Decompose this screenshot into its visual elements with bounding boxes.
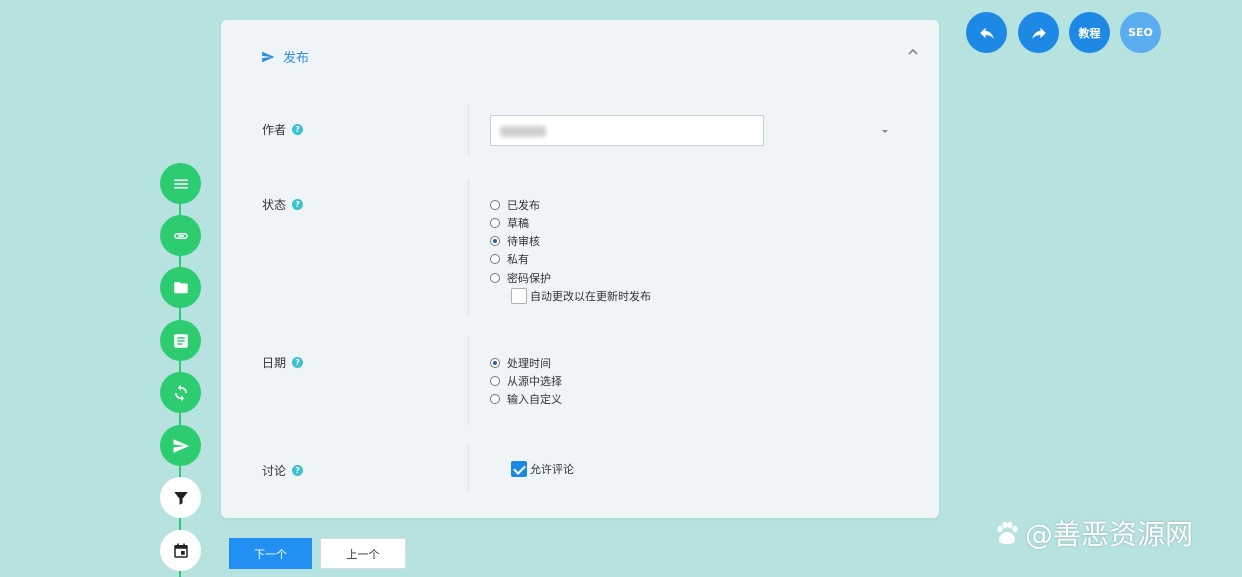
redo-button[interactable] xyxy=(1018,12,1059,53)
send-icon xyxy=(262,51,275,62)
divider xyxy=(468,178,469,316)
next-button[interactable]: 下一个 xyxy=(229,538,312,569)
watermark: @善恶资源网 xyxy=(993,513,1193,553)
folder-icon xyxy=(173,281,188,293)
status-row-label: 状态 ? xyxy=(262,196,304,213)
undo-button[interactable] xyxy=(966,12,1007,53)
author-select[interactable] xyxy=(490,115,764,146)
redo-icon xyxy=(1031,27,1046,39)
sync-icon xyxy=(174,384,187,401)
option-label: 已发布 xyxy=(507,199,540,212)
calendar-icon xyxy=(173,543,188,558)
status-label: 状态 xyxy=(262,198,287,212)
paw-logo-icon xyxy=(997,521,1018,544)
author-label: 作者 xyxy=(262,123,287,137)
publish-panel: 发布 作者 ? 状态 ? 已发布 草稿 待审核 私有 密码保护 自动更改以在更新… xyxy=(221,20,939,518)
radio-button[interactable] xyxy=(490,376,500,386)
status-option-draft[interactable]: 草稿 xyxy=(490,215,529,231)
help-icon[interactable]: ? xyxy=(292,357,304,368)
author-value-blurred xyxy=(500,126,546,137)
tutorial-button[interactable]: 教程 xyxy=(1069,12,1110,53)
radio-button[interactable] xyxy=(490,273,500,283)
step-calendar[interactable] xyxy=(160,530,201,571)
option-label: 从源中选择 xyxy=(507,375,562,388)
option-label: 私有 xyxy=(507,253,529,266)
discussion-label: 讨论 xyxy=(262,464,287,478)
option-label: 输入自定义 xyxy=(507,393,562,406)
previous-label: 上一个 xyxy=(346,547,380,561)
date-option-process-time[interactable]: 处理时间 xyxy=(490,355,551,371)
next-label: 下一个 xyxy=(254,547,287,561)
step-article[interactable] xyxy=(160,320,201,361)
auto-change-on-update-checkbox[interactable]: 自动更改以在更新时发布 xyxy=(511,288,651,304)
radio-button[interactable] xyxy=(490,394,500,404)
chevron-up-icon xyxy=(908,48,918,55)
seo-label: SEO xyxy=(1128,26,1153,39)
collapse-button[interactable] xyxy=(905,44,921,60)
tutorial-label: 教程 xyxy=(1078,26,1101,40)
step-sync[interactable] xyxy=(160,372,201,413)
radio-button[interactable] xyxy=(490,218,500,228)
date-label: 日期 xyxy=(262,356,287,370)
previous-button[interactable]: 上一个 xyxy=(320,538,406,569)
help-icon[interactable]: ? xyxy=(292,199,304,210)
option-label: 处理时间 xyxy=(507,357,551,370)
panel-title: 发布 xyxy=(283,51,310,66)
divider xyxy=(468,104,469,157)
checkbox-label: 自动更改以在更新时发布 xyxy=(530,290,651,303)
discussion-row-label: 讨论 ? xyxy=(262,462,304,479)
checkbox-label: 允许评论 xyxy=(530,463,574,476)
step-filter[interactable] xyxy=(160,477,201,518)
author-row-label: 作者 ? xyxy=(262,121,304,138)
step-menu[interactable] xyxy=(160,163,201,204)
link-icon xyxy=(173,232,188,239)
panel-header: 发布 xyxy=(261,47,309,66)
status-option-published[interactable]: 已发布 xyxy=(490,197,540,213)
send-icon xyxy=(173,438,189,453)
undo-icon xyxy=(979,27,994,39)
chevron-down-icon[interactable] xyxy=(882,130,888,133)
radio-button[interactable] xyxy=(490,358,500,368)
status-option-private[interactable]: 私有 xyxy=(490,251,529,267)
article-icon xyxy=(173,333,188,348)
date-option-from-source[interactable]: 从源中选择 xyxy=(490,373,562,389)
seo-button[interactable]: SEO xyxy=(1120,12,1161,53)
step-publish[interactable] xyxy=(160,425,201,466)
option-label: 密码保护 xyxy=(507,272,551,285)
radio-button[interactable] xyxy=(490,254,500,264)
radio-button[interactable] xyxy=(490,200,500,210)
help-icon[interactable]: ? xyxy=(292,124,304,135)
checkbox[interactable] xyxy=(511,461,527,477)
menu-icon xyxy=(173,179,188,188)
divider xyxy=(468,336,469,425)
date-option-custom[interactable]: 输入自定义 xyxy=(490,391,562,407)
option-label: 待审核 xyxy=(507,235,540,248)
step-link[interactable] xyxy=(160,215,201,256)
checkbox[interactable] xyxy=(511,288,527,304)
allow-comments-checkbox[interactable]: 允许评论 xyxy=(511,461,574,477)
date-row-label: 日期 ? xyxy=(262,354,304,371)
option-label: 草稿 xyxy=(507,217,529,230)
help-icon[interactable]: ? xyxy=(292,465,304,476)
step-folder[interactable] xyxy=(160,267,201,308)
status-option-pending[interactable]: 待审核 xyxy=(490,233,540,249)
status-option-password[interactable]: 密码保护 xyxy=(490,270,551,286)
divider xyxy=(468,446,469,491)
watermark-text: @善恶资源网 xyxy=(1025,518,1194,551)
filter-icon xyxy=(173,491,188,505)
radio-button[interactable] xyxy=(490,236,500,246)
